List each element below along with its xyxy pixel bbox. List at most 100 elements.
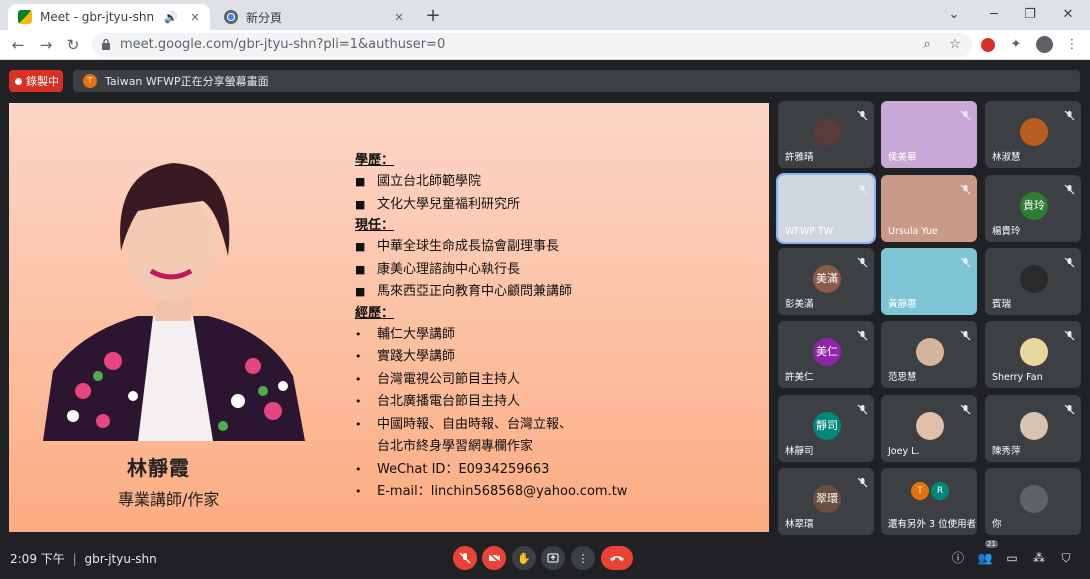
list-item: ■ 文化大學兒童福利研究所 [355,196,521,212]
avatar [1020,265,1048,293]
avatar: 美仁 [813,338,841,366]
participant-tile[interactable]: 賓瑞 [985,248,1081,315]
participant-tile[interactable]: T R 還有另外 3 位使用者 [881,468,977,535]
camera-off-button[interactable] [482,546,506,570]
address-bar[interactable]: meet.google.com/gbr-jtyu-shn?pli=1&authu… [92,33,972,57]
meeting-details-info-icon[interactable]: ⓘ [949,549,967,567]
tab-meet[interactable]: Meet - gbr-jtyu-shn 🔊 ✕ [8,4,210,30]
hand-icon: ✋ [517,551,531,565]
bookmark-star-icon[interactable]: ☆ [946,36,964,54]
current-heading: 現任： [355,218,395,233]
present-screen-button[interactable] [541,546,565,570]
more-options-button[interactable]: ⋮ [571,546,595,570]
list-item: • 台北廣播電台節目主持人 [355,394,521,409]
participant-tile[interactable]: 美仁 許美仁 [778,321,874,388]
restore-button[interactable]: ❐ [1014,4,1046,26]
extensions-puzzle-icon[interactable]: ✦ [1006,35,1026,55]
education-heading: 學歷： [355,153,395,168]
participant-tile[interactable]: 翠環林翠環 [778,468,874,535]
mic-muted-icon [960,180,971,195]
list-item: ■ 中華全球生命成長協會副理事長 [355,239,560,254]
participant-tile[interactable]: 黃靜惠 [881,248,977,315]
avatar [916,338,944,366]
participant-tile[interactable]: 貴玲楊貴玲 [985,175,1081,242]
participant-tile[interactable]: 范思慧 [881,321,977,388]
avatar: 翠環 [813,485,841,513]
mic-muted-icon [1064,180,1075,195]
list-item: • 台灣電視公司節目主持人 [355,371,521,387]
participant-name: Joey L. [888,446,920,457]
list-item: • 中國時報、自由時報、台灣立報、 [355,416,573,432]
mic-muted-icon [857,400,868,415]
mic-muted-icon [1064,400,1075,415]
participant-name: 還有另外 3 位使用者 [888,519,977,530]
mic-muted-icon [857,473,868,488]
participant-name: 林靜司 [785,446,814,457]
tab-search-icon[interactable]: ⌄ [938,4,970,26]
avatar: 靜司 [813,412,841,440]
list-item: • WeChat ID：E0934259663 [355,461,550,477]
participant-name: 彭美滿 [785,299,814,310]
list-item: • E-mail：linchin568568@yahoo.com.tw [355,484,628,499]
participant-tile[interactable]: 美滿 彭美滿 [778,248,874,315]
participant-name: Ursula Yue [888,226,938,237]
mic-muted-icon [960,400,971,415]
tab-title: 新分頁 [246,10,283,25]
mic-muted-icon [857,253,868,268]
meet-favicon-icon [18,10,32,24]
avatar: T [911,482,929,500]
list-item: • 實踐大學講師 [355,349,456,364]
participant-name: 楊貴玲 [992,226,1021,237]
participant-tile[interactable]: Ursula Yue [881,175,977,242]
mic-off-button[interactable] [453,546,477,570]
close-window-button[interactable]: ✕ [1052,4,1084,26]
participant-name: 范思慧 [888,372,917,383]
browser-menu-icon[interactable]: ⋮ [1062,35,1082,55]
speaker-icon[interactable]: 🔊 [162,11,180,24]
leave-call-button[interactable] [601,546,633,570]
activities-icon[interactable]: ⁂ [1030,549,1048,567]
chat-icon[interactable]: ▭ [1003,549,1021,567]
avatar: 貴玲 [1020,192,1048,220]
url-text: meet.google.com/gbr-jtyu-shn?pli=1&authu… [120,37,446,52]
people-icon[interactable]: 👥 [976,549,994,567]
participant-name: 侯美華 [888,152,917,163]
tab-new[interactable]: 新分頁 ✕ [214,4,414,30]
avatar [1020,118,1048,146]
list-item: ■ 國立台北師範學院 [355,174,482,189]
participant-count-badge: 21 [985,540,998,548]
mic-muted-icon [960,253,971,268]
participant-tile[interactable]: 許雅晴 [778,101,874,168]
participant-name: 林翠環 [785,519,814,530]
participant-name: 林淑慧 [992,152,1021,163]
raise-hand-button[interactable]: ✋ [512,546,536,570]
reload-button[interactable]: ↻ [62,34,84,56]
mic-off-icon [459,552,471,564]
participant-tile[interactable]: 陳秀萍 [985,395,1081,462]
meeting-control-bar: 2:09 下午 | gbr-jtyu-shn ✋ ⋮ ⓘ 👥 ▭ ⁂ ⛉ [0,540,1090,579]
shared-screen-presentation: 林靜霞 專業講師/作家 學歷： ■ 國立台北師範學院 ■ 文化大學兒童福利研究所 現… [9,103,769,532]
participant-tile[interactable]: Joey L. [881,395,977,462]
profile-avatar[interactable] [1034,35,1054,55]
forward-button[interactable]: → [35,34,57,56]
mic-muted-icon [1064,253,1075,268]
camera-off-icon [487,552,501,564]
participant-tile[interactable]: WFWP TW [776,173,876,244]
participant-tile[interactable]: 你 [985,468,1081,535]
close-tab-icon[interactable]: ✕ [390,11,408,24]
minimize-button[interactable]: ─ [978,4,1010,26]
new-tab-button[interactable]: + [422,5,444,27]
participant-tile[interactable]: Sherry Fan [985,321,1081,388]
participant-tile[interactable]: 林淑慧 [985,101,1081,168]
mic-muted-icon [857,106,868,121]
zoom-icon[interactable]: ⌕ [918,36,936,54]
participant-tile[interactable]: 靜司林靜司 [778,395,874,462]
back-button[interactable]: ← [7,34,29,56]
mic-muted-icon [857,180,868,195]
close-tab-icon[interactable]: ✕ [186,11,204,24]
extension-red-icon[interactable] [978,35,998,55]
avatar [1020,412,1048,440]
participant-tile[interactable]: 侯美華 [881,101,977,168]
list-item-continuation: 台北市終身學習網專欄作家 [377,439,534,454]
host-controls-shield-icon[interactable]: ⛉ [1057,549,1075,567]
